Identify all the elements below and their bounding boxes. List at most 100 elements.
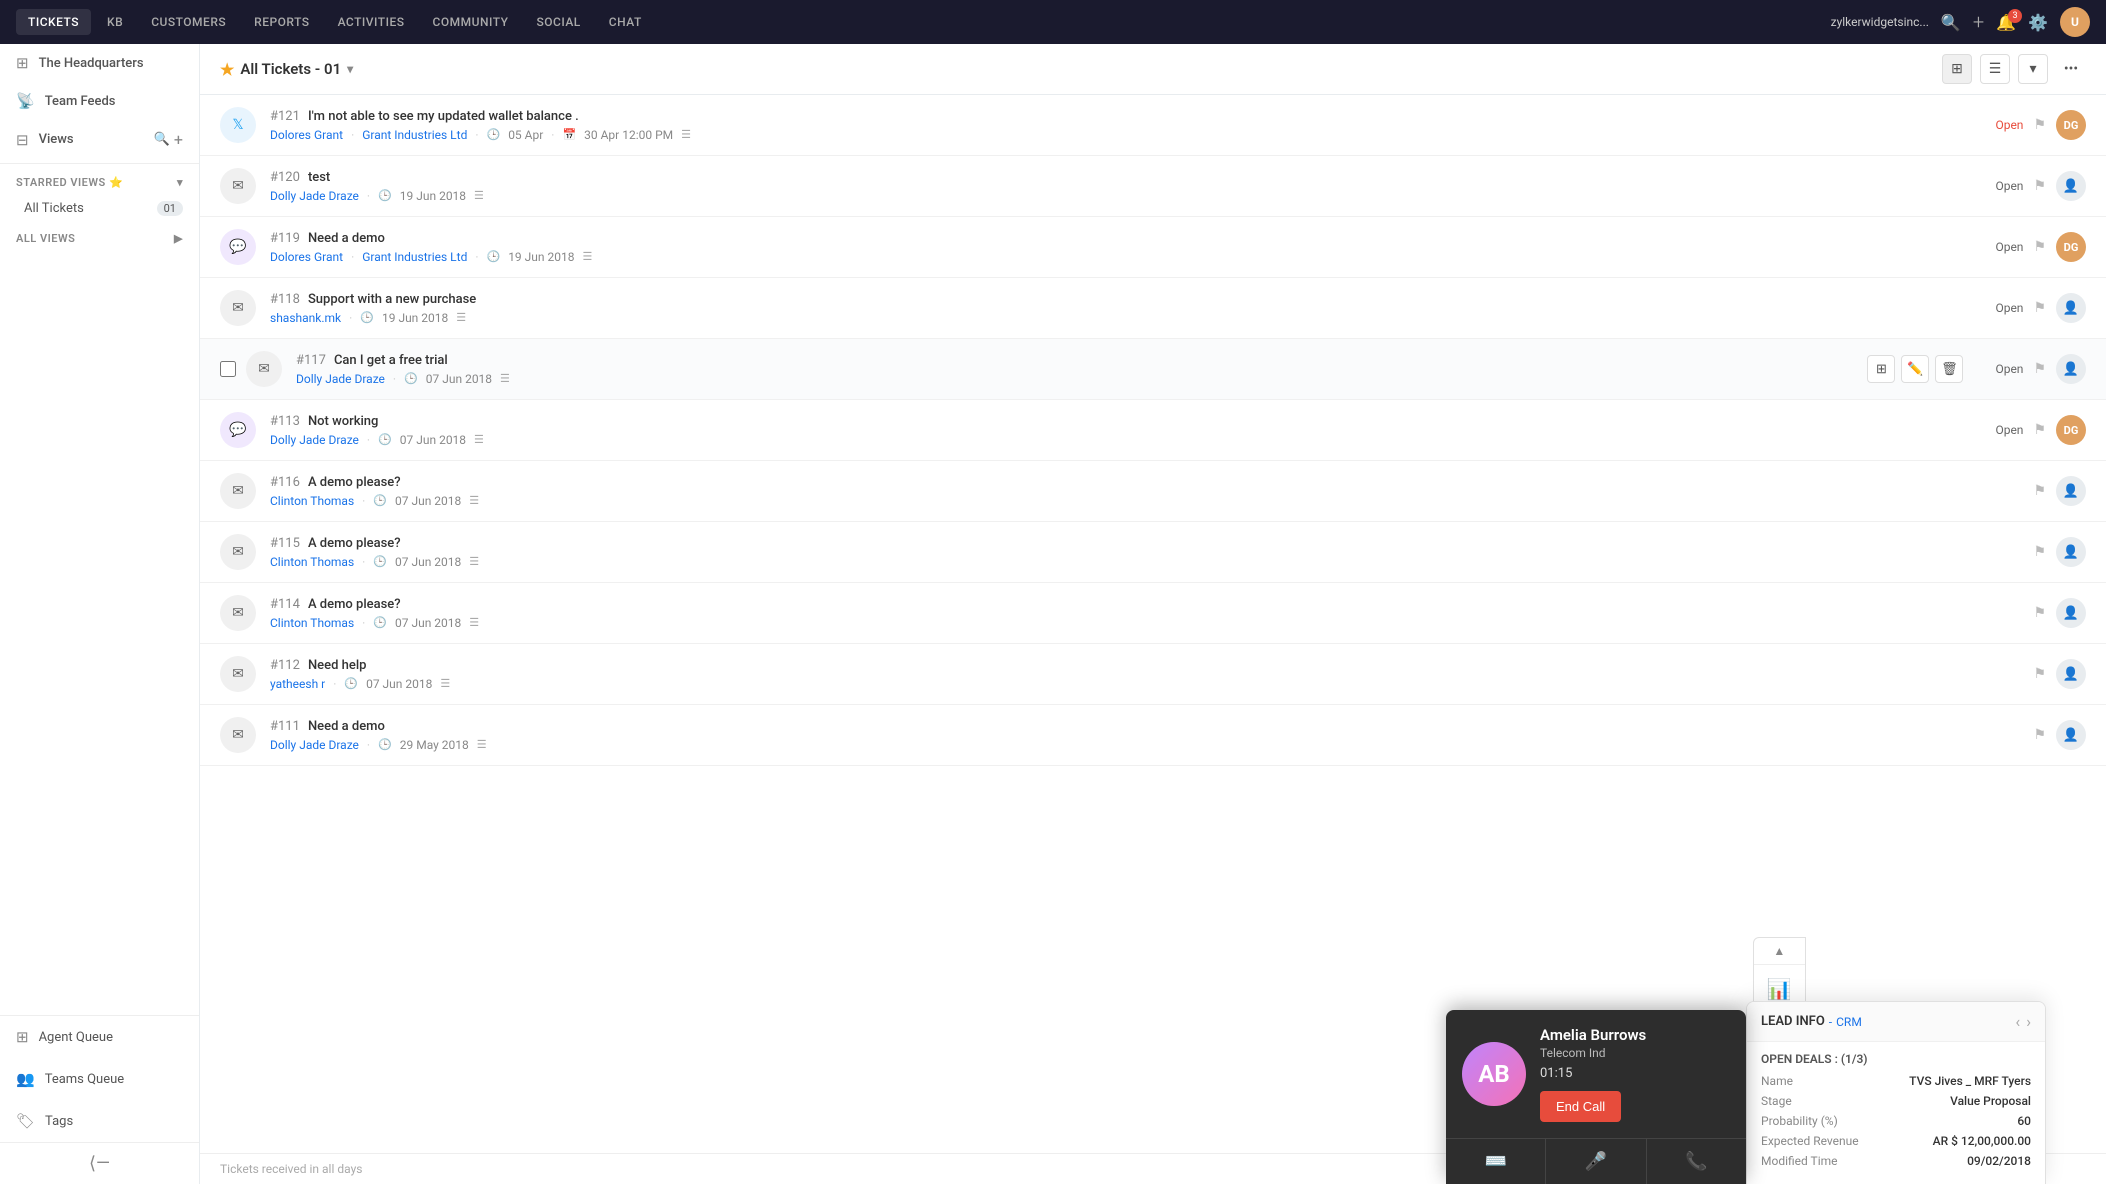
ticket-id: #117	[296, 353, 326, 368]
table-row[interactable]: ✉ #115 A demo please? Clinton Thomas · 🕒…	[200, 522, 2106, 583]
all-tickets-title-btn[interactable]: ★ All Tickets - 01 ▾	[220, 60, 353, 79]
agent-queue-item[interactable]: ⊞ Agent Queue	[0, 1016, 199, 1058]
crm-prev-icon[interactable]: ‹	[2015, 1012, 2020, 1031]
nav-item-community[interactable]: COMMUNITY	[421, 9, 521, 35]
tags-item[interactable]: 🏷 Tags	[0, 1100, 199, 1142]
search-icon[interactable]: 🔍	[1941, 13, 1961, 32]
ticket-assignee[interactable]: Dolores Grant	[270, 250, 343, 264]
table-row[interactable]: 💬 #119 Need a demo Dolores Grant · Grant…	[200, 217, 2106, 278]
search-views-icon[interactable]: 🔍	[154, 132, 170, 147]
crm-value-revenue: AR $ 12,00,000.00	[1933, 1134, 2031, 1148]
ticket-assignee[interactable]: Clinton Thomas	[270, 555, 354, 569]
collapse-sidebar-button[interactable]: ⟨—	[0, 1142, 199, 1184]
table-row[interactable]: ✉ #120 test Dolly Jade Draze · 🕒 19 Jun …	[200, 156, 2106, 217]
ticket-assignee[interactable]: shashank.mk	[270, 311, 341, 325]
all-tickets-item[interactable]: All Tickets 01	[0, 193, 199, 224]
edit-ticket-button[interactable]: ✏️	[1901, 355, 1929, 383]
ticket-assignee[interactable]: Clinton Thomas	[270, 494, 354, 508]
nav-item-social[interactable]: SOCIAL	[524, 9, 592, 35]
teams-queue-label: Teams Queue	[45, 1072, 125, 1087]
add-icon[interactable]: +	[1973, 10, 1984, 34]
end-call-button[interactable]: End Call	[1540, 1091, 1621, 1122]
teams-queue-item[interactable]: 👥 Teams Queue	[0, 1058, 199, 1100]
teamfeeds-section[interactable]: 📡 Team Feeds	[0, 82, 199, 120]
ticket-checkbox[interactable]	[220, 361, 236, 377]
more-options-button[interactable]: •••	[2056, 54, 2086, 84]
nav-item-kb[interactable]: KB	[95, 9, 135, 35]
starred-collapse-icon[interactable]: ▾	[177, 176, 183, 189]
table-row[interactable]: ✉ #111 Need a demo Dolly Jade Draze · 🕒 …	[200, 705, 2106, 766]
nav-item-activities[interactable]: ACTIVITIES	[326, 9, 417, 35]
dropdown-view-button[interactable]: ▾	[2018, 54, 2048, 84]
ticket-flag-icon[interactable]: ⚑	[2033, 666, 2046, 682]
table-row[interactable]: ✉ #116 A demo please? Clinton Thomas · 🕒…	[200, 461, 2106, 522]
all-tickets-label: All Tickets	[24, 201, 84, 216]
grid-view-button[interactable]: ⊞	[1942, 54, 1972, 84]
dropdown-arrow-icon[interactable]: ▾	[347, 62, 353, 76]
crm-section: OPEN DEALS : (1/3) Name TVS Jives _ MRF …	[1747, 1042, 2045, 1184]
mute-button[interactable]: 🎤	[1546, 1139, 1646, 1184]
nav-item-chat[interactable]: CHAT	[597, 9, 654, 35]
ticket-assignee[interactable]: yatheesh r	[270, 677, 325, 691]
user-avatar[interactable]: U	[2060, 7, 2090, 37]
teamfeeds-label: Team Feeds	[45, 94, 116, 109]
ticket-company[interactable]: Grant Industries Ltd	[362, 250, 467, 264]
crm-field-modified: Modified Time 09/02/2018	[1761, 1154, 2031, 1168]
ticket-date2: 30 Apr 12:00 PM	[584, 128, 673, 142]
ticket-date1: 05 Apr	[508, 128, 543, 142]
ticket-id: #111	[270, 719, 300, 734]
crm-scroll-up[interactable]: ▲	[1754, 938, 1805, 965]
list-view-button[interactable]: ☰	[1980, 54, 2010, 84]
ticket-assignee-avatar: 👤	[2056, 598, 2086, 628]
nav-item-customers[interactable]: CUSTOMERS	[139, 9, 238, 35]
ticket-assignee-avatar: DG	[2056, 232, 2086, 262]
ticket-flag-icon[interactable]: ⚑	[2033, 544, 2046, 560]
ticket-flag-icon[interactable]: ⚑	[2033, 483, 2046, 499]
views-section[interactable]: ⊟ Views 🔍 +	[0, 120, 199, 159]
nav-item-tickets[interactable]: TICKETS	[16, 9, 91, 35]
ticket-flag-icon[interactable]: ⚑	[2033, 361, 2046, 377]
crm-value-stage: Value Proposal	[1950, 1094, 2031, 1108]
ticket-title: A demo please?	[308, 597, 401, 612]
ticket-flag-icon[interactable]: ⚑	[2033, 117, 2046, 133]
table-row[interactable]: ✉ #118 Support with a new purchase shash…	[200, 278, 2106, 339]
ticket-status: Open	[1983, 362, 2023, 376]
ticket-flag-icon[interactable]: ⚑	[2033, 422, 2046, 438]
settings-icon[interactable]: ⚙️	[2028, 13, 2048, 32]
ticket-assignee[interactable]: Dolly Jade Draze	[270, 189, 359, 203]
table-row[interactable]: ✉ #112 Need help yatheesh r · 🕒 07 Jun 2…	[200, 644, 2106, 705]
ticket-assignee[interactable]: Dolly Jade Draze	[296, 372, 385, 386]
notification-icon[interactable]: 🔔 3	[1996, 13, 2016, 32]
ticket-flag-icon[interactable]: ⚑	[2033, 239, 2046, 255]
ticket-id: #115	[270, 536, 300, 551]
table-row[interactable]: ✉ #117 Can I get a free trial Dolly Jade…	[200, 339, 2106, 400]
add-views-icon[interactable]: +	[174, 130, 183, 149]
phone-button[interactable]: 📞	[1647, 1139, 1746, 1184]
delete-ticket-button[interactable]: 🗑	[1935, 355, 1963, 383]
ticket-info: #115 A demo please? Clinton Thomas · 🕒 0…	[270, 536, 1983, 569]
crm-next-icon[interactable]: ›	[2026, 1012, 2031, 1031]
ticket-flag-icon[interactable]: ⚑	[2033, 605, 2046, 621]
headquarters-section[interactable]: ⊞ The Headquarters	[0, 44, 199, 82]
ticket-assignee[interactable]: Dolores Grant	[270, 128, 343, 142]
nav-item-reports[interactable]: REPORTS	[242, 9, 321, 35]
ticket-company[interactable]: Grant Industries Ltd	[362, 128, 467, 142]
ticket-flag-icon[interactable]: ⚑	[2033, 727, 2046, 743]
table-row[interactable]: ✉ #114 A demo please? Clinton Thomas · 🕒…	[200, 583, 2106, 644]
dialpad-button[interactable]: ⌨️	[1446, 1139, 1546, 1184]
ticket-flag-icon[interactable]: ⚑	[2033, 300, 2046, 316]
table-row[interactable]: 𝕏 #121 I'm not able to see my updated wa…	[200, 95, 2106, 156]
ticket-assignee[interactable]: Clinton Thomas	[270, 616, 354, 630]
split-ticket-button[interactable]: ⊞	[1867, 355, 1895, 383]
all-views-expand-icon[interactable]: ▶	[174, 232, 183, 245]
ticket-flag-icon[interactable]: ⚑	[2033, 178, 2046, 194]
company-name[interactable]: zylkerwidgetsinc...	[1831, 15, 1929, 29]
ticket-assignee[interactable]: Dolly Jade Draze	[270, 433, 359, 447]
table-row[interactable]: 💬 #113 Not working Dolly Jade Draze · 🕒 …	[200, 400, 2106, 461]
call-widget: AB Amelia Burrows Telecom Ind 01:15 End …	[1446, 1010, 1746, 1184]
ticket-date1: 07 Jun 2018	[395, 494, 461, 508]
ticket-channel-icon: 💬	[220, 229, 256, 265]
ticket-channel-icon: ✉	[246, 351, 282, 387]
ticket-assignee-avatar: 👤	[2056, 171, 2086, 201]
ticket-assignee[interactable]: Dolly Jade Draze	[270, 738, 359, 752]
